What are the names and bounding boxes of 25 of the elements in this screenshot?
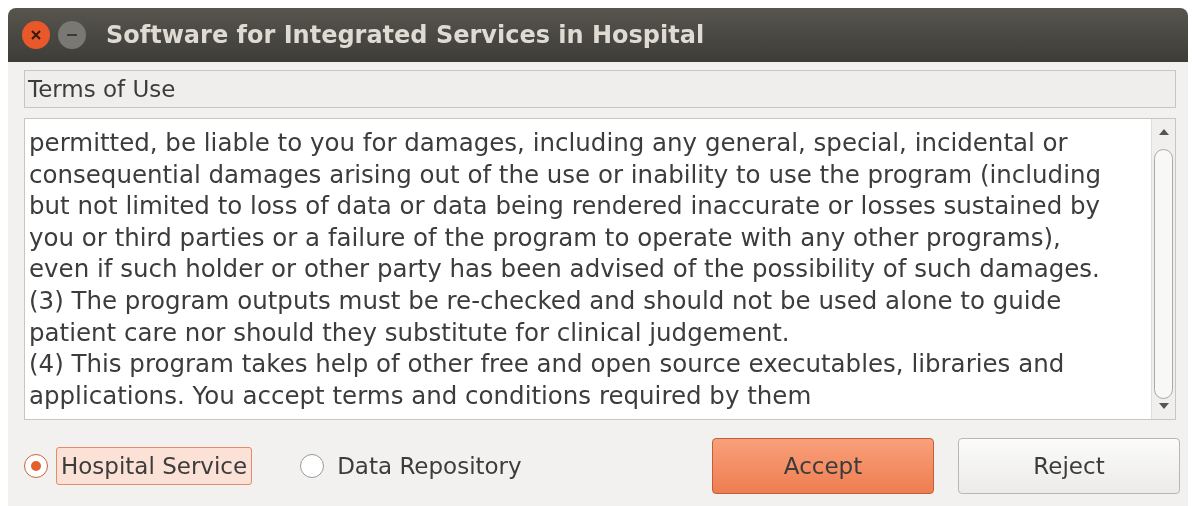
radio-label[interactable]: Data Repository (332, 446, 527, 486)
scroll-thumb[interactable] (1154, 149, 1173, 399)
action-button[interactable]: Reject (958, 438, 1180, 494)
radio-button[interactable] (300, 454, 325, 478)
window-title: Software for Integrated Services in Hospital (106, 20, 705, 51)
scroll-down-icon[interactable] (1158, 403, 1169, 409)
terms-text-line: applications. You accept terms and conditions required by them (29, 379, 812, 412)
terms-text-line: patient care nor should they substitute for clinical judgement. (29, 316, 790, 349)
minimize-button[interactable] (58, 21, 86, 49)
terms-text-line: consequential damages arising out of the use or inability to use the program (including (29, 158, 1102, 191)
radio-label[interactable]: Hospital Service (56, 446, 253, 486)
radio-button[interactable] (24, 454, 48, 478)
terms-text-line: even if such holder or other party has been advised of the possibility of such damages. (29, 253, 1100, 285)
close-button[interactable] (22, 21, 50, 49)
scroll-up-icon[interactable] (1158, 129, 1169, 135)
terms-text-line: (4) This program takes help of other free and open source executables, libraries and (29, 348, 1065, 380)
close-icon (30, 29, 42, 41)
default-action-button[interactable]: Accept (712, 438, 934, 494)
terms-text-line: (3) The program outputs must be re-checked and should not be used alone to guide (29, 284, 1062, 317)
terms-text-line: you or third parties or a failure of the program to operate with any other programs), (29, 221, 1061, 254)
scrollbar[interactable] (1151, 119, 1175, 419)
terms-text-line: but not limited to loss of data or data being rendered inaccurate or losses sustained by (29, 190, 1101, 222)
terms-text-line: permitted, be liable to you for damages, including any general, special, incidental or (29, 127, 1068, 159)
minimize-icon (66, 33, 78, 37)
terms-heading: Terms of Use (24, 70, 1176, 108)
